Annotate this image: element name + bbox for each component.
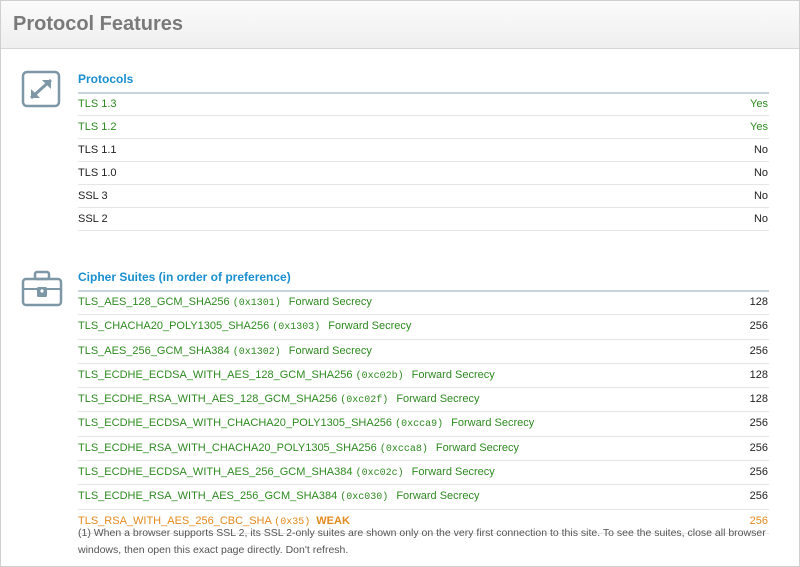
protocol-row: TLS 1.1 No [78, 139, 769, 162]
cipher-row: TLS_AES_128_GCM_SHA256 (0x1301) Forward S… [78, 291, 769, 316]
protocol-features-panel: Protocol Features Protocols TLS 1.3 Yes TL… [0, 0, 800, 567]
protocol-support-value: No [753, 213, 768, 225]
cipher-name: TLS_AES_128_GCM_SHA256 [78, 296, 230, 308]
protocol-name: TLS 1.2 [78, 121, 117, 133]
cipher-name: TLS_ECDHE_ECDSA_WITH_AES_256_GCM_SHA384 [78, 466, 353, 479]
cipher-bits: 128 [749, 393, 768, 406]
protocol-support-value: Yes [750, 121, 768, 133]
cipher-name: TLS_AES_256_GCM_SHA384 [78, 344, 230, 357]
protocol-support-value: No [753, 144, 768, 156]
protocol-name: TLS 1.3 [78, 98, 117, 110]
cipher-code: (0xc02f) [340, 395, 389, 407]
cipher-row: TLS_ECDHE_ECDSA_WITH_AES_128_GCM_SHA256 … [78, 364, 769, 389]
ssl2-footnote: (1) When a browser supports SSL 2, its S… [78, 527, 766, 556]
forward-secrecy-tag: Forward Secrecy [328, 320, 412, 333]
cipher-bits: 256 [749, 490, 768, 503]
page-title: Protocol Features [13, 13, 184, 35]
cipher-row: TLS_ECDHE_RSA_WITH_CHACHA20_POLY1305_SHA… [78, 437, 769, 462]
cipher-label: TLS_AES_128_GCM_SHA256 (0x1301) Forward S… [78, 291, 372, 314]
cipher-name: TLS_ECDHE_RSA_WITH_CHACHA20_POLY1305_SHA… [78, 441, 377, 454]
protocol-row: SSL 2 No [78, 208, 769, 231]
protocol-name: SSL 2 [78, 213, 108, 225]
cipher-row: TLS_AES_256_GCM_SHA384 (0x1302) Forward S… [78, 340, 769, 364]
forward-secrecy-tag: Forward Secrecy [411, 368, 495, 381]
forward-secrecy-tag: Forward Secrecy [288, 296, 372, 308]
cipher-name: TLS_ECDHE_RSA_WITH_AES_256_GCM_SHA384 [78, 490, 338, 503]
forward-secrecy-tag: Forward Secrecy [396, 393, 480, 406]
protocol-row: TLS 1.3 Yes [78, 93, 769, 116]
cipher-label: TLS_AES_256_GCM_SHA384 (0x1302) Forward S… [78, 340, 372, 363]
protocols-table: TLS 1.3 Yes TLS 1.2 Yes TLS 1.1 No TLS 1.0 No SS… [78, 93, 769, 231]
cipher-name: TLS_ECDHE_ECDSA_WITH_AES_128_GCM_SHA256 [78, 368, 353, 381]
cipher-code: (0xcca9) [395, 419, 444, 431]
cipher-bits: 256 [749, 441, 768, 454]
cipher-label: TLS_ECDHE_ECDSA_WITH_AES_256_GCM_SHA384 … [78, 461, 495, 484]
cipher-row: TLS_ECDHE_ECDSA_WITH_AES_256_GCM_SHA384 … [78, 461, 769, 486]
cipher-code: (0xc02b) [355, 370, 404, 382]
cipher-row: TLS_ECDHE_RSA_WITH_AES_256_GCM_SHA384 (0… [78, 485, 769, 510]
cipher-code: (0x1303) [272, 322, 321, 334]
panel-header: Protocol Features [1, 1, 799, 49]
cipher-code: (0xc030) [340, 492, 389, 504]
cipher-label: TLS_ECDHE_RSA_WITH_CHACHA20_POLY1305_SHA… [78, 437, 519, 460]
forward-secrecy-tag: Forward Secrecy [288, 344, 372, 357]
expand-arrows-icon [20, 70, 64, 110]
cipher-code: (0xcca8) [379, 443, 428, 455]
cipher-suites-table: TLS_AES_128_GCM_SHA256 (0x1301) Forward S… [78, 291, 769, 534]
cipher-label: TLS_CHACHA20_POLY1305_SHA256 (0x1303) For… [78, 315, 411, 338]
cipher-suites-title: Cipher Suites (in order of preference) [78, 270, 769, 292]
cipher-label: TLS_ECDHE_ECDSA_WITH_AES_128_GCM_SHA256 … [78, 364, 495, 387]
protocol-support-value: Yes [750, 98, 768, 110]
cipher-bits: 256 [749, 466, 768, 479]
protocol-name: TLS 1.0 [78, 167, 117, 179]
protocol-support-value: No [753, 190, 768, 202]
protocol-name: SSL 3 [78, 190, 108, 202]
forward-secrecy-tag: Forward Secrecy [396, 490, 480, 503]
forward-secrecy-tag: Forward Secrecy [451, 417, 535, 430]
cipher-name: TLS_CHACHA20_POLY1305_SHA256 [78, 320, 270, 333]
cipher-bits: 256 [749, 320, 768, 333]
cipher-code: (0x1302) [232, 346, 281, 358]
cipher-bits: 128 [749, 296, 768, 308]
cipher-name: TLS_ECDHE_RSA_WITH_AES_128_GCM_SHA256 [78, 393, 338, 406]
cipher-row: TLS_CHACHA20_POLY1305_SHA256 (0x1303) For… [78, 315, 769, 340]
protocol-support-value: No [753, 167, 768, 179]
cipher-label: TLS_ECDHE_ECDSA_WITH_CHACHA20_POLY1305_S… [78, 412, 534, 435]
cipher-bits: 128 [749, 368, 768, 381]
protocols-title: Protocols [78, 72, 769, 94]
protocol-row: TLS 1.0 No [78, 162, 769, 185]
cipher-label: TLS_ECDHE_RSA_WITH_AES_128_GCM_SHA256 (0… [78, 388, 479, 411]
cipher-label: TLS_ECDHE_RSA_WITH_AES_256_GCM_SHA384 (0… [78, 485, 479, 508]
cipher-row: TLS_ECDHE_ECDSA_WITH_CHACHA20_POLY1305_S… [78, 412, 769, 437]
forward-secrecy-tag: Forward Secrecy [411, 466, 495, 479]
cipher-row: TLS_ECDHE_RSA_WITH_AES_128_GCM_SHA256 (0… [78, 388, 769, 413]
cipher-bits: 256 [749, 344, 768, 357]
cipher-name: TLS_ECDHE_ECDSA_WITH_CHACHA20_POLY1305_S… [78, 417, 393, 430]
protocol-name: TLS 1.1 [78, 144, 117, 156]
briefcase-lock-icon [20, 269, 64, 309]
protocol-row: TLS 1.2 Yes [78, 116, 769, 139]
cipher-bits: 256 [749, 417, 768, 430]
cipher-code: (0xc02c) [355, 468, 404, 480]
cipher-code: (0x1301) [232, 298, 281, 309]
protocol-row: SSL 3 No [78, 185, 769, 208]
forward-secrecy-tag: Forward Secrecy [435, 441, 519, 454]
